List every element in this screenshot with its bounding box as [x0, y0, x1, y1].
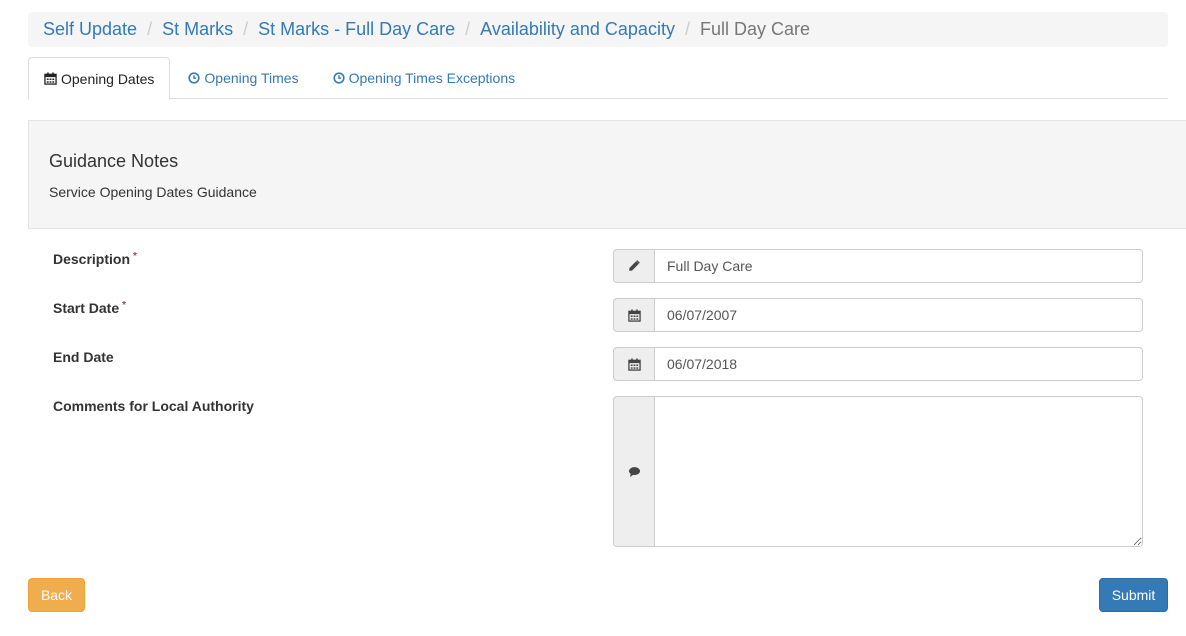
comments-input-group: [613, 396, 1143, 547]
pencil-icon: [613, 249, 654, 283]
tab-label: Opening Dates: [61, 70, 155, 87]
breadcrumb-separator: /: [465, 19, 471, 39]
submit-button[interactable]: Submit: [1099, 578, 1168, 612]
guidance-panel: Guidance Notes Service Opening Dates Gui…: [28, 120, 1186, 229]
end-date-label: End Date: [53, 349, 114, 365]
start-date-label: Start Date *: [53, 300, 126, 316]
guidance-text: Service Opening Dates Guidance: [49, 184, 257, 200]
breadcrumb-availability-capacity[interactable]: Availability and Capacity: [480, 19, 675, 40]
required-marker: *: [133, 251, 137, 262]
breadcrumb: Self Update / St Marks / St Marks - Full…: [28, 12, 1168, 47]
tab-bar: Opening Dates Opening Times Opening Time…: [28, 57, 1168, 100]
required-marker: *: [122, 300, 127, 311]
tab-label: Opening Times: [204, 70, 299, 86]
tab-opening-times[interactable]: Opening Times: [172, 57, 314, 99]
comments-label-text: Comments for Local Authority: [53, 398, 254, 414]
breadcrumb-st-marks-full-day-care[interactable]: St Marks - Full Day Care: [258, 19, 455, 40]
back-button[interactable]: Back: [28, 578, 85, 612]
description-input-group: [613, 249, 1143, 283]
description-label: Description *: [53, 251, 137, 267]
clock-icon: [332, 72, 345, 84]
tab-opening-times-exceptions[interactable]: Opening Times Exceptions: [317, 57, 532, 99]
calendar-icon[interactable]: [613, 347, 654, 381]
comments-textarea[interactable]: [654, 396, 1143, 547]
breadcrumb-st-marks[interactable]: St Marks: [162, 19, 233, 40]
end-date-input-group: [613, 347, 1143, 381]
start-date-label-text: Start Date: [53, 300, 120, 316]
breadcrumb-separator: /: [684, 19, 690, 39]
tab-label: Opening Times Exceptions: [348, 70, 516, 86]
tab-opening-dates[interactable]: Opening Dates: [28, 57, 171, 100]
calendar-icon[interactable]: [613, 298, 654, 332]
calendar-icon: [44, 72, 57, 85]
breadcrumb-separator: /: [147, 19, 153, 39]
guidance-title: Guidance Notes: [49, 151, 179, 171]
start-date-input[interactable]: [654, 298, 1143, 332]
start-date-input-group: [613, 298, 1143, 332]
description-label-text: Description: [53, 251, 131, 267]
breadcrumb-current: Full Day Care: [699, 19, 810, 39]
comments-label: Comments for Local Authority: [53, 398, 254, 414]
end-date-input[interactable]: [654, 347, 1143, 381]
comment-icon: [613, 396, 654, 547]
breadcrumb-self-update[interactable]: Self Update: [43, 19, 137, 40]
description-input[interactable]: [654, 249, 1143, 283]
end-date-label-text: End Date: [53, 349, 114, 365]
breadcrumb-separator: /: [243, 19, 249, 39]
clock-icon: [188, 72, 201, 84]
